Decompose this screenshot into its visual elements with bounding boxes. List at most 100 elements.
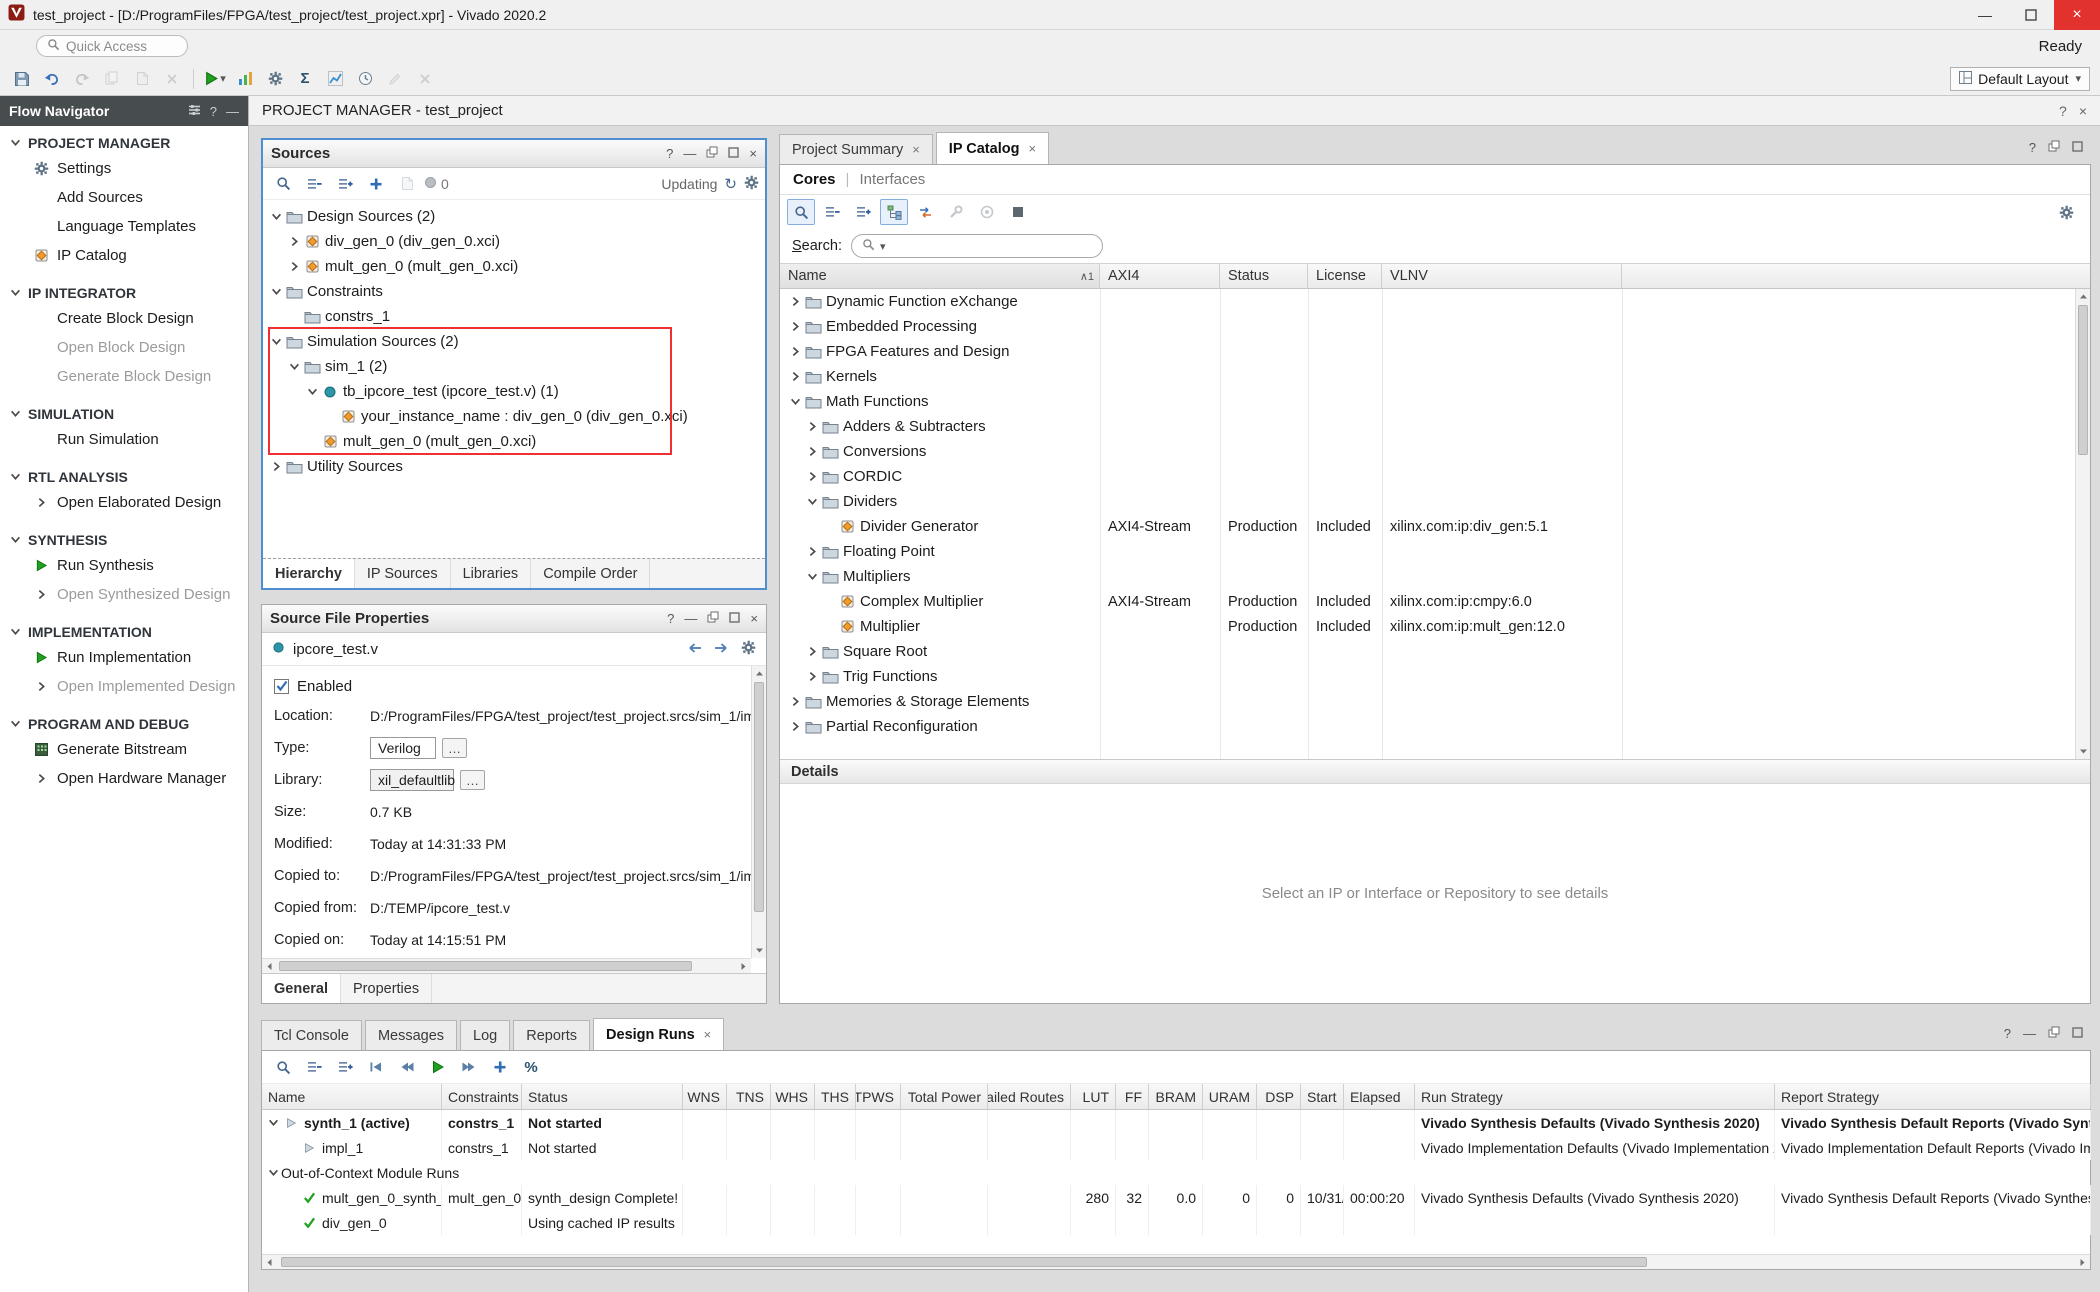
- scroll-down-icon[interactable]: [2076, 744, 2090, 759]
- message-badge[interactable]: 0: [424, 176, 449, 192]
- close-item-button[interactable]: [411, 66, 439, 92]
- scroll-thumb[interactable]: [279, 961, 692, 971]
- flownav-item-generate-bitstream[interactable]: Generate Bitstream: [0, 735, 248, 764]
- scroll-left-icon[interactable]: [262, 959, 277, 973]
- scroll-left-icon[interactable]: [262, 1255, 277, 1270]
- flownav-item-open-implemented-design[interactable]: Open Implemented Design: [0, 672, 248, 701]
- column-header-axi4[interactable]: AXI4: [1100, 264, 1220, 288]
- scroll-thumb[interactable]: [2078, 305, 2088, 455]
- flownav-item-open-elaborated-design[interactable]: Open Elaborated Design: [0, 488, 248, 517]
- column-header-license[interactable]: License: [1308, 264, 1382, 288]
- column-header-ths[interactable]: THS: [815, 1084, 856, 1109]
- column-header-constraints[interactable]: Constraints: [442, 1084, 522, 1109]
- source-tree-item-design-sources[interactable]: Design Sources(2): [263, 204, 765, 229]
- scroll-track[interactable]: [277, 1255, 2075, 1269]
- help-icon[interactable]: ?: [2059, 103, 2067, 119]
- expand-all-button[interactable]: [331, 1054, 359, 1080]
- step-forward-button[interactable]: [455, 1054, 483, 1080]
- back-icon[interactable]: [687, 641, 702, 658]
- design-run-row-impl-1[interactable]: impl_1constrs_1Not startedVivado Impleme…: [262, 1135, 2090, 1160]
- source-tree-item-constrs-1[interactable]: constrs_1: [263, 304, 765, 329]
- flownav-item-run-implementation[interactable]: Run Implementation: [0, 643, 248, 672]
- ip-catalog-row-kernels[interactable]: Kernels: [780, 364, 2090, 389]
- flownav-item-run-synthesis[interactable]: Run Synthesis: [0, 551, 248, 580]
- chevron-right-icon[interactable]: [788, 346, 803, 357]
- column-header-lut[interactable]: LUT: [1071, 1084, 1116, 1109]
- refresh-icon[interactable]: ↻: [724, 175, 737, 193]
- column-header-failed-routes[interactable]: Failed Routes: [988, 1084, 1071, 1109]
- chevron-right-icon[interactable]: [287, 261, 302, 272]
- window-maximize-button[interactable]: [2008, 0, 2054, 30]
- stop-button[interactable]: [1004, 199, 1032, 225]
- close-tab-icon[interactable]: ×: [1028, 141, 1036, 156]
- tab-messages[interactable]: Messages: [365, 1020, 457, 1050]
- maximize-icon[interactable]: [2072, 1026, 2083, 1041]
- flownav-section-header-rtl-analysis[interactable]: RTL ANALYSIS: [0, 466, 248, 488]
- delete-button[interactable]: [158, 66, 186, 92]
- chevron-down-icon[interactable]: [269, 286, 284, 297]
- flownav-item-open-synthesized-design[interactable]: Open Synthesized Design: [0, 580, 248, 609]
- flownav-item-open-block-design[interactable]: Open Block Design: [0, 333, 248, 362]
- close-icon[interactable]: ×: [750, 611, 758, 626]
- column-header-tns[interactable]: TNS: [727, 1084, 771, 1109]
- save-button[interactable]: [8, 66, 36, 92]
- maximize-icon[interactable]: [728, 146, 739, 161]
- chevron-right-icon[interactable]: [805, 546, 820, 557]
- minimize-icon[interactable]: —: [226, 104, 239, 119]
- column-header-dsp[interactable]: DSP: [1257, 1084, 1301, 1109]
- design-run-row-mult-gen-0-synth-1[interactable]: mult_gen_0_synth_1mult_gen_0synth_design…: [262, 1185, 2090, 1210]
- clock-button[interactable]: [351, 66, 379, 92]
- scroll-thumb[interactable]: [281, 1257, 1647, 1267]
- tab-project-summary[interactable]: Project Summary ×: [779, 134, 933, 164]
- ip-catalog-row-square-root[interactable]: Square Root: [780, 639, 2090, 664]
- flownav-section-header-implementation[interactable]: IMPLEMENTATION: [0, 621, 248, 643]
- run-button[interactable]: ▾: [201, 66, 229, 92]
- chevron-right-icon[interactable]: [788, 296, 803, 307]
- sources-panel-header[interactable]: Sources ? — ×: [263, 140, 765, 168]
- ip-catalog-row-embedded-processing[interactable]: Embedded Processing: [780, 314, 2090, 339]
- tab-libraries[interactable]: Libraries: [451, 559, 532, 588]
- help-icon[interactable]: ?: [210, 104, 217, 119]
- layout-selector[interactable]: Default Layout ▾: [1950, 67, 2090, 91]
- quick-access-box[interactable]: Quick Access: [36, 35, 188, 57]
- scroll-up-icon[interactable]: [2076, 289, 2090, 304]
- gear-icon[interactable]: [741, 640, 756, 659]
- column-header-ff[interactable]: FF: [1116, 1084, 1149, 1109]
- search-button[interactable]: [787, 199, 815, 225]
- help-icon[interactable]: ?: [2029, 140, 2036, 155]
- flownav-section-header-ip-integrator[interactable]: IP INTEGRATOR: [0, 282, 248, 304]
- subtab-interfaces[interactable]: Interfaces: [859, 171, 925, 188]
- tab-ip-sources[interactable]: IP Sources: [355, 559, 451, 588]
- chevron-right-icon[interactable]: [788, 696, 803, 707]
- minimize-icon[interactable]: —: [683, 146, 696, 161]
- tab-ip-catalog[interactable]: IP Catalog ×: [936, 132, 1049, 164]
- properties-button[interactable]: [393, 171, 421, 197]
- customize-ip-button[interactable]: [942, 199, 970, 225]
- column-header-tpws[interactable]: TPWS: [856, 1084, 901, 1109]
- chevron-down-icon[interactable]: [10, 285, 21, 301]
- float-icon[interactable]: [707, 611, 719, 626]
- scroll-thumb[interactable]: [754, 682, 764, 912]
- design-run-row-synth-1-active[interactable]: synth_1 (active)constrs_1Not startedViva…: [262, 1110, 2090, 1135]
- source-tree-item-constraints[interactable]: Constraints: [263, 279, 765, 304]
- flownav-item-open-hardware-manager[interactable]: Open Hardware Manager: [0, 764, 248, 793]
- ellipsis-button[interactable]: …: [460, 770, 485, 790]
- flownav-item-generate-block-design[interactable]: Generate Block Design: [0, 362, 248, 391]
- tab-design-runs[interactable]: Design Runs ×: [593, 1018, 724, 1050]
- chevron-right-icon[interactable]: [805, 671, 820, 682]
- expand-all-button[interactable]: [849, 199, 877, 225]
- add-sources-button[interactable]: [362, 171, 390, 197]
- flownav-item-create-block-design[interactable]: Create Block Design: [0, 304, 248, 333]
- chevron-down-icon[interactable]: [805, 571, 820, 582]
- chevron-down-icon[interactable]: [10, 716, 21, 732]
- chevron-down-icon[interactable]: [287, 361, 302, 372]
- chevron-down-icon[interactable]: [10, 624, 21, 640]
- close-tab-icon[interactable]: ×: [704, 1027, 712, 1042]
- sfp-horizontal-scrollbar[interactable]: [262, 958, 751, 973]
- tab-hierarchy[interactable]: Hierarchy: [263, 559, 355, 588]
- minimize-icon[interactable]: —: [2023, 1026, 2036, 1041]
- design-run-row-out-of-context-module-runs[interactable]: Out-of-Context Module Runs: [262, 1160, 2090, 1185]
- ip-catalog-row-trig-functions[interactable]: Trig Functions: [780, 664, 2090, 689]
- chevron-right-icon[interactable]: [805, 646, 820, 657]
- column-header-report-strategy[interactable]: Report Strategy: [1775, 1084, 2091, 1109]
